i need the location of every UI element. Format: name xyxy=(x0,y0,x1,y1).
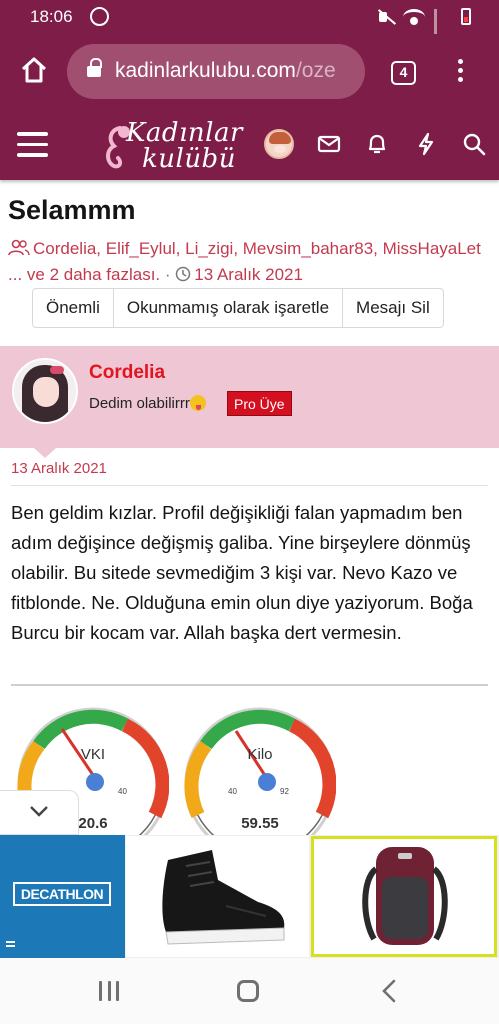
wifi-icon xyxy=(403,8,425,25)
thread-participants: Cordelia, Elif_Eylul, Li_zigi, Mevsim_ba… xyxy=(8,239,481,284)
search-icon[interactable] xyxy=(461,131,487,157)
avatar[interactable] xyxy=(12,358,78,424)
important-button[interactable]: Önemli xyxy=(32,288,114,328)
system-navigation-bar xyxy=(0,958,499,1024)
status-badge: Pro Üye xyxy=(227,391,292,416)
users-icon xyxy=(8,239,30,256)
site-logo[interactable]: Kadınlar kulübü xyxy=(100,114,242,178)
weight-gauge: Kilo 40 92 59.55 xyxy=(184,705,336,835)
avatar[interactable] xyxy=(264,129,294,159)
recent-apps-icon[interactable] xyxy=(99,981,119,1001)
post-user-block: Cordelia Dedim olabilirrr Pro Üye xyxy=(0,346,499,458)
sneaker-image xyxy=(162,850,285,945)
thread-actions: Önemli Okunmamış olarak işaretle Mesajı … xyxy=(32,288,444,328)
ad-brand-logo: DECATHLON xyxy=(13,882,111,906)
gauge-label: VKI xyxy=(80,746,106,763)
user-arrow xyxy=(34,448,56,458)
bell-icon[interactable] xyxy=(364,131,390,157)
gauge-min: 40 xyxy=(228,787,237,796)
status-time: 18:06 xyxy=(30,7,73,26)
ad-product-backpack[interactable] xyxy=(311,836,497,957)
divider xyxy=(11,485,488,486)
address-bar[interactable]: kadinlarkulubu.com/oze xyxy=(67,44,365,99)
gauge-max: 92 xyxy=(280,787,289,796)
battery-icon xyxy=(461,8,471,25)
site-header: Kadınlar kulübü xyxy=(0,112,499,180)
delete-message-button[interactable]: Mesajı Sil xyxy=(343,288,444,328)
logo-text-line2: kulübü xyxy=(142,144,236,174)
post-username[interactable]: Cordelia xyxy=(89,362,165,384)
post-body: Ben geldim kızlar. Profil değişikliği fa… xyxy=(11,502,473,643)
gauge-label: Kilo xyxy=(247,746,273,763)
gauge-value: 59.55 xyxy=(241,815,279,832)
page-title: Selammm xyxy=(8,195,136,225)
clock-icon xyxy=(176,266,191,282)
lightning-icon[interactable] xyxy=(413,131,439,157)
backpack-image xyxy=(362,847,448,945)
collapse-ad-button[interactable] xyxy=(0,790,79,835)
ad-brand-panel[interactable]: DECATHLON xyxy=(0,835,125,958)
mail-icon[interactable] xyxy=(316,131,342,157)
more-options-icon[interactable] xyxy=(455,59,465,87)
post-date[interactable]: 13 Aralık 2021 xyxy=(11,460,107,477)
whatsapp-icon xyxy=(90,7,109,26)
gauge-max: 40 xyxy=(118,787,127,796)
mark-unread-button[interactable]: Okunmamış olarak işaretle xyxy=(113,288,344,328)
main-content: Selammm Cordelia, Elif_Eylul, Li_zigi, M… xyxy=(0,180,499,835)
browser-toolbar: kadinlarkulubu.com/oze 4 xyxy=(0,34,499,112)
ad-product-sneaker[interactable] xyxy=(126,836,309,957)
tongue-emoji-icon xyxy=(189,395,206,411)
divider xyxy=(11,684,488,686)
ad-banner[interactable]: DECATHLON xyxy=(0,835,499,958)
lock-icon xyxy=(87,58,102,78)
url-text: kadinlarkulubu.com/oze xyxy=(115,59,336,82)
ad-info-icon[interactable] xyxy=(6,941,15,948)
status-bar: 18:06 xyxy=(0,0,499,52)
signal-icon xyxy=(434,8,452,52)
menu-icon[interactable] xyxy=(17,132,48,157)
back-icon[interactable] xyxy=(381,979,397,1003)
home-button-icon[interactable] xyxy=(237,980,259,1002)
thread-date: 13 Aralık 2021 xyxy=(194,265,303,284)
chevron-down-icon xyxy=(30,806,48,817)
user-title: Dedim olabilirrr xyxy=(89,395,206,412)
tab-switcher-button[interactable]: 4 xyxy=(391,61,416,85)
home-icon[interactable] xyxy=(20,56,48,84)
mute-icon xyxy=(376,9,394,25)
